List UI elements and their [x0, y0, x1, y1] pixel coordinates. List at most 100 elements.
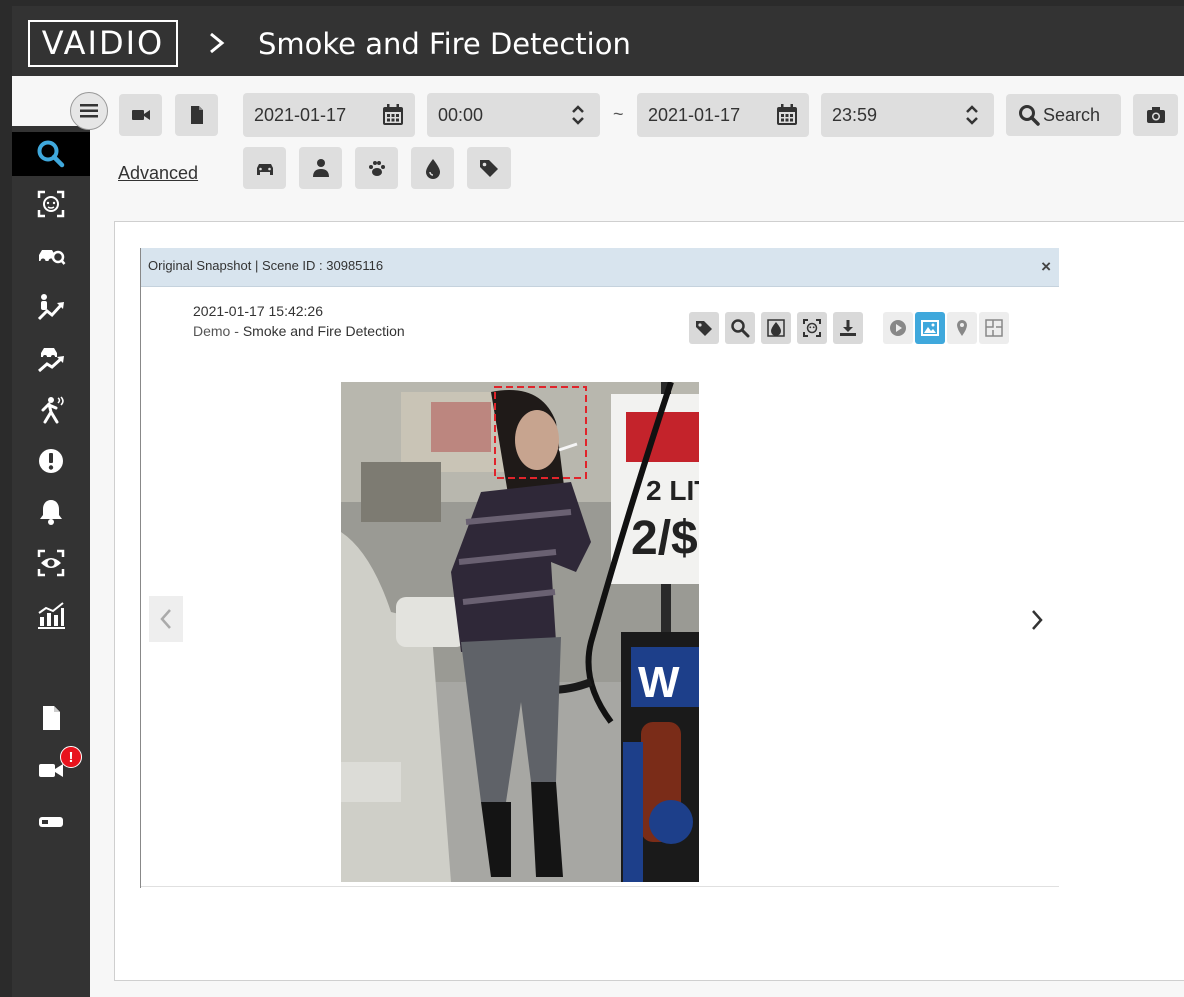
sidebar-item-person-trend[interactable] — [12, 285, 90, 329]
top-header: VAIDIO Smoke and Fire Detection — [12, 6, 1184, 76]
camera-separator: - — [230, 323, 243, 339]
menu-toggle-button[interactable] — [70, 92, 108, 130]
sidebar-item-cameras[interactable]: ! — [12, 746, 90, 792]
play-icon — [890, 320, 906, 336]
start-date-field[interactable]: 2021-01-17 — [243, 93, 415, 137]
color-action-button[interactable] — [761, 312, 791, 344]
device-icon — [39, 817, 63, 827]
image-view-button[interactable] — [915, 312, 945, 344]
camera-alert-badge: ! — [60, 746, 82, 768]
previous-button[interactable] — [149, 596, 183, 642]
start-date-value: 2021-01-17 — [254, 105, 347, 125]
camera-filter-button[interactable] — [119, 94, 162, 136]
tag-icon — [480, 160, 498, 177]
car-icon — [256, 164, 273, 175]
time-stepper-icon[interactable] — [961, 103, 983, 127]
search-button[interactable]: Search — [1006, 94, 1121, 136]
play-action-button[interactable] — [883, 312, 913, 344]
floorplan-icon — [985, 319, 1003, 337]
sidebar-item-vehicle-search[interactable] — [12, 234, 90, 278]
sidebar-item-notifications[interactable] — [12, 490, 90, 534]
calendar-icon[interactable] — [382, 103, 404, 127]
time-stepper-icon[interactable] — [567, 103, 589, 127]
vehicle-filter-button[interactable] — [243, 147, 286, 189]
sidebar-item-alerts[interactable] — [12, 439, 90, 483]
end-time-value: 23:59 — [832, 105, 878, 125]
video-camera-icon — [131, 110, 150, 120]
color-filter-button[interactable] — [411, 147, 454, 189]
vaidio-logo[interactable]: VAIDIO — [28, 20, 178, 67]
snapshot-camera: Demo - Smoke and Fire Detection — [193, 323, 405, 339]
search-icon — [37, 140, 65, 168]
breadcrumb-chevron-icon — [210, 32, 225, 54]
fall-detection-icon — [41, 396, 64, 424]
app-frame: VAIDIO Smoke and Fire Detection ! 2021-0… — [12, 6, 1184, 997]
sidebar-item-devices[interactable] — [12, 800, 90, 844]
camera-icon — [1146, 107, 1165, 123]
advanced-link[interactable]: Advanced — [118, 163, 198, 184]
search-action-button[interactable] — [725, 312, 755, 344]
paw-icon — [368, 161, 385, 176]
sidebar-item-vehicle-trend[interactable] — [12, 337, 90, 381]
bell-icon — [40, 500, 62, 525]
start-time-value: 00:00 — [438, 105, 484, 125]
download-action-button[interactable] — [833, 312, 863, 344]
vehicle-trend-icon — [38, 348, 64, 373]
sidebar: ! — [12, 126, 90, 997]
next-button[interactable] — [1025, 600, 1049, 640]
face-scan-icon — [803, 319, 821, 337]
image-icon — [921, 320, 939, 336]
map-view-button[interactable] — [947, 312, 977, 344]
snapshot-timestamp: 2021-01-17 15:42:26 — [193, 303, 323, 319]
drop-icon — [767, 319, 785, 337]
camera-name: Smoke and Fire Detection — [242, 323, 405, 339]
search-icon — [1019, 105, 1040, 126]
sidebar-item-fall[interactable] — [12, 388, 90, 432]
calendar-icon[interactable] — [776, 103, 798, 127]
sidebar-item-analytics[interactable] — [12, 593, 90, 637]
sidebar-item-monitor[interactable] — [12, 541, 90, 585]
end-time-field[interactable]: 23:59 — [821, 93, 994, 137]
page-title: Smoke and Fire Detection — [258, 27, 631, 61]
close-button[interactable]: × — [1041, 257, 1051, 277]
person-icon — [312, 159, 329, 177]
person-filter-button[interactable] — [299, 147, 342, 189]
snapshot-scene: 2 LITE 2/$ W — [341, 382, 699, 882]
search-icon — [731, 319, 750, 338]
sidebar-item-reports[interactable] — [12, 696, 90, 740]
svg-text:2 LITE: 2 LITE — [646, 475, 699, 506]
svg-text:W: W — [638, 658, 680, 707]
file-icon — [190, 106, 203, 124]
eye-scan-icon — [37, 549, 65, 577]
download-icon — [840, 320, 856, 336]
snapshot-dialog: Original Snapshot | Scene ID : 30985116 … — [140, 248, 1059, 888]
snapshot-title: Original Snapshot | Scene ID : 30985116 — [148, 258, 384, 273]
tag-icon — [696, 321, 712, 336]
file-icon — [43, 706, 60, 730]
face-action-button[interactable] — [797, 312, 827, 344]
file-filter-button[interactable] — [175, 94, 218, 136]
snapshot-button[interactable] — [1133, 94, 1178, 136]
tag-action-button[interactable] — [689, 312, 719, 344]
snapshot-header: Original Snapshot | Scene ID : 30985116 … — [141, 248, 1059, 287]
end-date-field[interactable]: 2021-01-17 — [637, 93, 809, 137]
search-button-label: Search — [1043, 104, 1101, 125]
chevron-left-icon — [160, 609, 171, 629]
tag-filter-button[interactable] — [467, 147, 511, 189]
floorplan-view-button[interactable] — [979, 312, 1009, 344]
range-separator: ~ — [613, 104, 624, 124]
end-date-value: 2021-01-17 — [648, 105, 741, 125]
hamburger-icon — [80, 104, 98, 118]
start-time-field[interactable]: 00:00 — [427, 93, 600, 137]
alert-icon — [39, 449, 63, 473]
sidebar-item-search[interactable] — [12, 132, 90, 176]
sidebar-item-face[interactable] — [12, 182, 90, 226]
camera-prefix: Demo — [193, 323, 231, 339]
animal-filter-button[interactable] — [355, 147, 398, 189]
snapshot-divider — [141, 886, 1059, 887]
snapshot-image[interactable]: 2 LITE 2/$ W — [341, 382, 699, 882]
face-scan-icon — [37, 190, 65, 218]
svg-text:2/$: 2/$ — [631, 512, 698, 565]
analytics-icon — [38, 602, 65, 629]
chevron-right-icon — [1032, 610, 1043, 630]
